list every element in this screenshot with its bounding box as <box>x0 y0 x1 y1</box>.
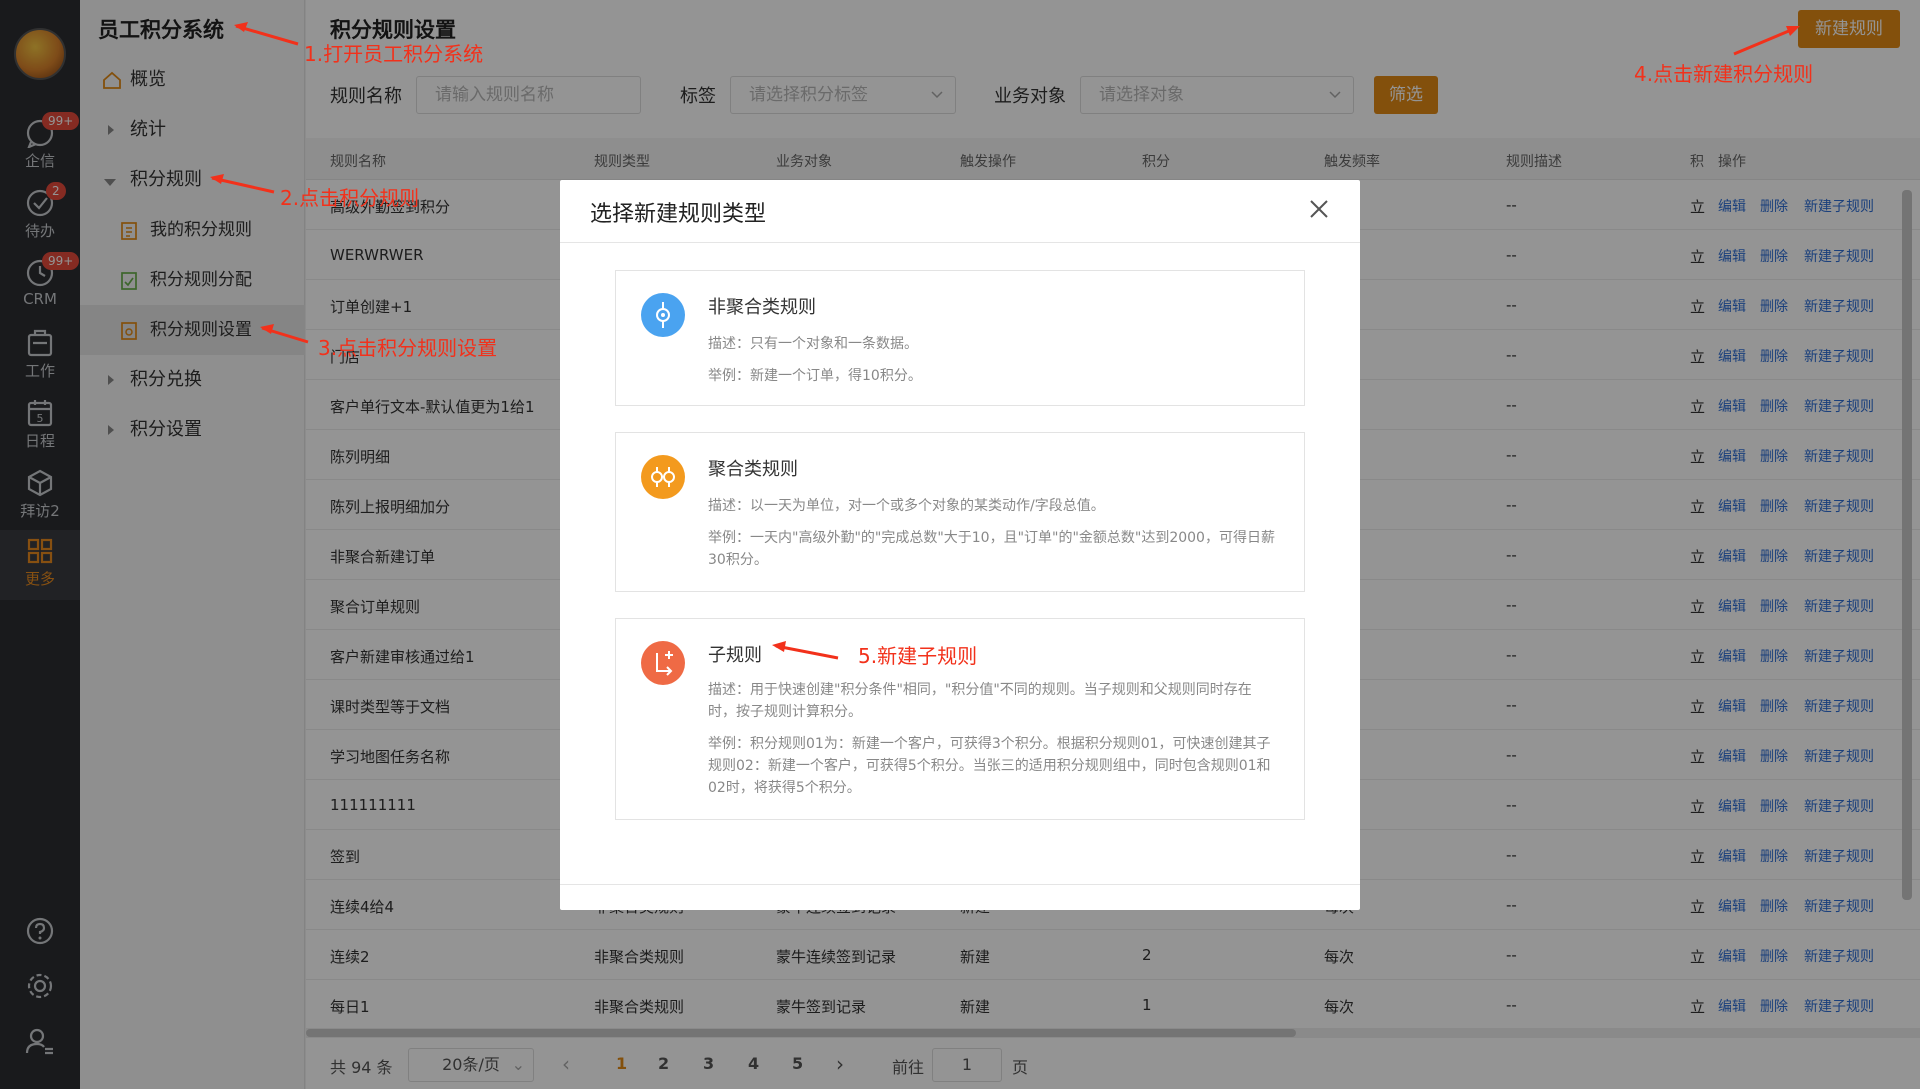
card-aggregate[interactable]: 聚合类规则 描述：以一天为单位，对一个或多个对象的某类动作/字段总值。 举例：一… <box>615 432 1305 592</box>
divider <box>560 242 1360 243</box>
new-rule-type-dialog: 选择新建规则类型 非聚合类规则 描述：只有一个对象和一条数据。 举例：新建一个订… <box>560 180 1360 910</box>
annotation-arrow-icon <box>260 324 309 344</box>
annotation-4: 4.点击新建积分规则 <box>1634 62 1814 86</box>
dialog-title: 选择新建规则类型 <box>590 202 767 227</box>
annotation-arrow-icon <box>234 22 299 46</box>
card-desc: 描述：用于快速创建"积分条件"相同，"积分值"不同的规则。当子规则和父规则同时存… <box>708 682 1252 720</box>
annotation-3: 3.点击积分规则设置 <box>318 336 498 360</box>
card-example: 举例：积分规则01为：新建一个客户，可获得3个积分。根据积分规则01，可快速创建… <box>708 736 1271 796</box>
annotation-1: 1.打开员工积分系统 <box>304 42 484 66</box>
annotation-5: 5.新建子规则 <box>858 644 978 668</box>
aggregate-icon <box>641 455 685 499</box>
sub-rule-icon <box>641 641 685 685</box>
annotation-arrow-icon <box>1733 26 1800 56</box>
annotation-2: 2.点击积分规则 <box>280 186 420 210</box>
card-example: 举例：新建一个订单，得10积分。 <box>708 368 922 384</box>
card-non-aggregate[interactable]: 非聚合类规则 描述：只有一个对象和一条数据。 举例：新建一个订单，得10积分。 <box>615 270 1305 406</box>
card-name: 子规则 <box>708 645 762 666</box>
card-desc: 描述：只有一个对象和一条数据。 <box>708 336 918 352</box>
annotation-arrow-icon <box>772 641 839 660</box>
card-desc: 描述：以一天为单位，对一个或多个对象的某类动作/字段总值。 <box>708 498 1105 514</box>
card-name: 聚合类规则 <box>708 459 798 480</box>
close-icon[interactable] <box>1308 198 1330 220</box>
card-name: 非聚合类规则 <box>708 297 816 318</box>
modal-backdrop-left <box>0 0 306 1089</box>
card-example: 举例：一天内"高级外勤"的"完成总数"大于10，且"订单"的"金额总数"达到20… <box>708 530 1275 568</box>
divider <box>560 884 1360 885</box>
annotation-arrow-icon <box>210 174 275 194</box>
non-aggregate-icon <box>641 293 685 337</box>
